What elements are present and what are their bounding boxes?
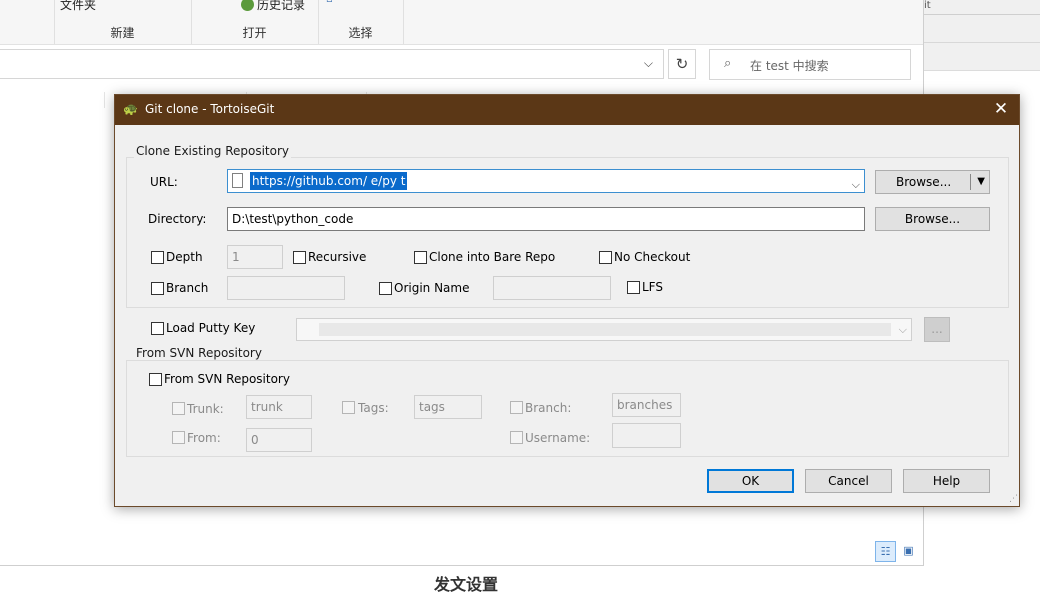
bare-repo-label: Clone into Bare Repo [429,250,556,264]
column-divider[interactable] [104,92,105,108]
origin-name-input[interactable] [493,276,611,300]
branch-checkbox[interactable] [151,282,164,295]
trunk-checkbox[interactable] [172,402,185,415]
close-icon[interactable]: ✕ [989,98,1013,120]
depth-input[interactable]: 1 [227,245,283,269]
ribbon-group-new-folder: 文件夹 [0,0,96,44]
from-revision-label: From: [187,431,221,445]
putty-key-browse-button[interactable]: ... [924,317,950,342]
cancel-button[interactable]: Cancel [805,469,892,493]
svn-group-label: From SVN Repository [134,346,264,360]
background-window-label: it [924,0,1040,15]
url-label: URL: [150,175,178,189]
svn-branch-label: Branch: [525,401,572,415]
putty-key-combo[interactable]: ⌵ [296,318,912,341]
history-icon [241,0,254,11]
document-icon [232,173,243,188]
ribbon-group-select: ▫ 选择 [318,0,404,44]
ribbon-group-new: 新建 [54,0,192,44]
directory-label: Directory: [148,212,207,226]
lfs-checkbox[interactable] [627,281,640,294]
details-view-icon[interactable]: ☷ [875,541,896,562]
origin-name-label: Origin Name [394,281,470,295]
ribbon: 文件夹 新建 历史记录 打开 ▫ 选择 [0,0,923,45]
tortoisegit-icon: 🐢 [123,102,138,116]
lfs-label: LFS [642,280,663,294]
select-icon[interactable]: ▫ [326,0,333,5]
resize-grip-icon[interactable]: ⋰ [1009,494,1018,504]
refresh-button[interactable]: ↻ [668,49,696,79]
page-caption: 发文设置 [434,575,499,594]
username-checkbox[interactable] [510,431,523,444]
dialog-titlebar[interactable]: 🐢 Git clone - TortoiseGit ✕ [115,95,1019,125]
search-placeholder: 在 test 中搜索 [750,59,829,73]
load-putty-key-checkbox[interactable] [151,322,164,335]
ribbon-history-button[interactable]: 历史记录 [241,0,305,13]
depth-checkbox[interactable] [151,251,164,264]
chevron-down-icon[interactable]: ⌵ [852,174,860,192]
url-browse-button[interactable]: Browse... ▼ [875,170,990,194]
split-dropdown-icon[interactable]: ▼ [977,171,985,193]
chevron-down-icon[interactable]: ⌵ [644,56,653,71]
git-clone-dialog: 🐢 Git clone - TortoiseGit ✕ Clone Existi… [114,94,1020,507]
help-button[interactable]: Help [903,469,990,493]
address-bar[interactable]: ⌵ [0,49,664,79]
directory-input[interactable]: D:\test\python_code [227,207,865,231]
branch-label: Branch [166,281,209,295]
chevron-down-icon[interactable]: ⌵ [899,323,907,337]
tags-checkbox[interactable] [342,401,355,414]
refresh-icon: ↻ [675,55,689,73]
dialog-title: Git clone - TortoiseGit [145,102,275,116]
origin-name-checkbox[interactable] [379,282,392,295]
depth-label: Depth [166,250,203,264]
no-checkout-label: No Checkout [614,250,691,264]
search-box[interactable]: ⌕ 在 test 中搜索 [709,49,911,80]
username-label: Username: [525,431,591,445]
tags-input[interactable]: tags [414,395,482,419]
ribbon-group-select-caption: 选择 [348,26,373,40]
recursive-label: Recursive [308,250,367,264]
load-putty-key-label: Load Putty Key [166,321,256,335]
no-checkout-checkbox[interactable] [599,251,612,264]
background-window-row [924,20,1040,43]
tags-label: Tags: [358,401,389,415]
trunk-input[interactable]: trunk [246,395,312,419]
url-combo[interactable]: https://github.com/ e/py t ⌵ [227,169,865,193]
preview-view-icon[interactable]: ▣ [898,541,919,562]
directory-browse-button[interactable]: Browse... [875,207,990,231]
putty-key-value [319,323,891,336]
svn-branch-checkbox[interactable] [510,401,523,414]
ok-button[interactable]: OK [707,469,794,493]
split-divider [970,174,971,190]
ribbon-group-new-caption: 新建 [110,26,135,40]
recursive-checkbox[interactable] [293,251,306,264]
ribbon-group-open-caption: 打开 [242,26,267,40]
branch-input[interactable] [227,276,345,300]
trunk-label: Trunk: [187,402,224,416]
svn-branch-input[interactable]: branches [612,393,681,417]
username-input[interactable] [612,423,681,448]
background-window-right: it [924,0,1040,71]
from-svn-label: From SVN Repository [164,372,290,386]
search-icon: ⌕ [724,56,732,71]
bare-repo-checkbox[interactable] [414,251,427,264]
ribbon-group-open: 历史记录 打开 [191,0,319,44]
from-revision-input[interactable]: 0 [246,428,312,452]
from-revision-checkbox[interactable] [172,431,185,444]
url-value: https://github.com/ e/py t [250,172,408,190]
clone-existing-group-label: Clone Existing Repository [134,144,292,158]
from-svn-checkbox[interactable] [149,373,162,386]
